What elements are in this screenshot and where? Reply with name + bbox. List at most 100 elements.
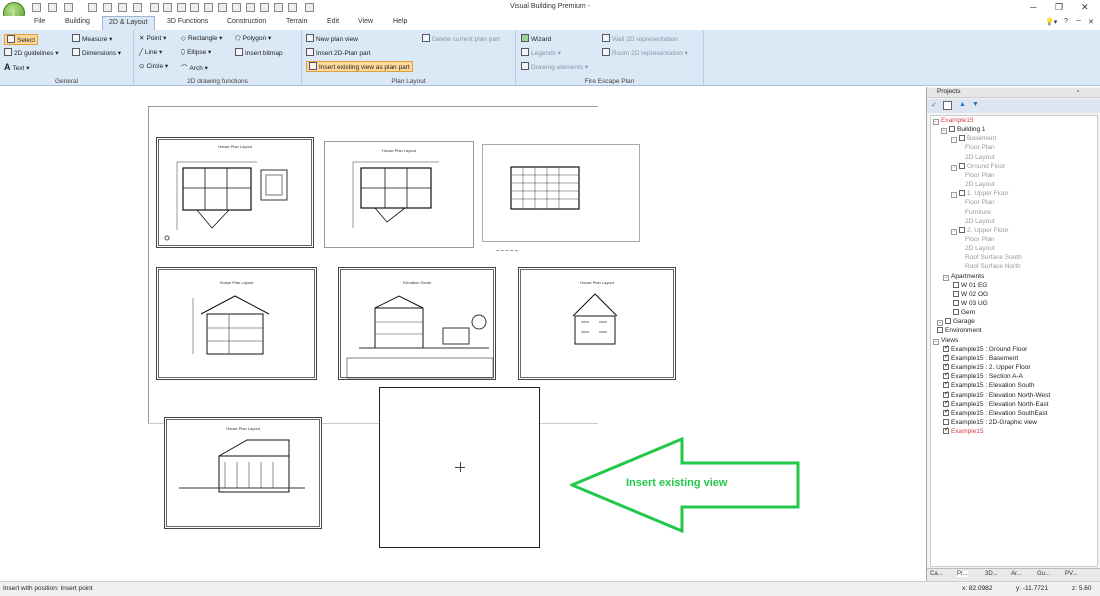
select-button[interactable]: Select: [4, 34, 39, 45]
tree-item[interactable]: Environment: [937, 327, 982, 334]
visibility-checkbox[interactable]: [953, 281, 959, 288]
expand-toggle-icon[interactable]: −: [943, 274, 949, 281]
visibility-checkbox[interactable]: [943, 362, 949, 371]
expand-toggle-icon[interactable]: −: [933, 119, 939, 125]
rectangle-button[interactable]: ◇ Rectangle ▾: [181, 34, 222, 42]
tab-2d-layout[interactable]: 2D & Layout: [102, 16, 155, 30]
plan-sheet-upper-floor[interactable]: [482, 144, 640, 242]
wall-2d-button[interactable]: Wall 2D representation: [602, 34, 678, 43]
panel-pin-icon[interactable]: ▫: [1077, 88, 1079, 95]
polygon-button[interactable]: ⬠ Polygon ▾: [235, 34, 271, 42]
insert-existing-view-button[interactable]: Insert existing view as plan part: [306, 61, 413, 72]
visibility-checkbox[interactable]: [959, 226, 965, 233]
guidelines-button[interactable]: 2D guidelines ▾: [4, 48, 58, 57]
tree-item[interactable]: W 01 EG: [953, 281, 987, 289]
maximize-icon[interactable]: ❐: [1055, 2, 1063, 13]
tree-item[interactable]: − Example15: [933, 117, 974, 125]
move-up-icon[interactable]: ▲: [959, 101, 968, 110]
tree-item[interactable]: Example15: [943, 426, 984, 435]
visibility-checkbox[interactable]: [949, 126, 955, 133]
line-button[interactable]: ╱ Line ▾: [139, 48, 162, 56]
tree-item[interactable]: − Building 1: [941, 126, 986, 135]
tab-terrain[interactable]: Terrain: [286, 18, 307, 25]
tab-ar[interactable]: Ar...: [1011, 571, 1022, 577]
visibility-checkbox[interactable]: [953, 300, 959, 306]
tree-item[interactable]: Example15 : 2. Upper Floor: [943, 362, 1030, 371]
room-2d-button[interactable]: Room 2D representation ▾: [602, 48, 688, 57]
ribbon-close-icon[interactable]: ✕: [1088, 18, 1094, 26]
tree-item[interactable]: 2D Layout: [965, 245, 995, 252]
expand-toggle-icon[interactable]: −: [951, 137, 957, 144]
visibility-checkbox[interactable]: [943, 344, 949, 352]
tree-item[interactable]: Example15 : 2D-Graphic view: [943, 418, 1037, 426]
tree-item[interactable]: Example15 : Elevation North-West: [943, 390, 1050, 399]
layout-canvas[interactable]: House Plan Layout House Plan Layout Hous: [0, 87, 926, 581]
insert-view-placeholder[interactable]: [379, 387, 540, 548]
visibility-checkbox[interactable]: [953, 309, 959, 316]
tree-item[interactable]: Floor Plan: [965, 236, 995, 243]
tree-item[interactable]: Roof Surface South: [965, 254, 1022, 261]
visibility-checkbox[interactable]: [943, 408, 949, 416]
measure-button[interactable]: Measure ▾: [72, 34, 112, 43]
help-question-icon[interactable]: ?: [1064, 18, 1068, 25]
tab-gu[interactable]: Gu...: [1037, 571, 1050, 577]
delete-plan-part-button[interactable]: Delete current plan part: [422, 34, 500, 43]
view-properties-icon[interactable]: [943, 101, 952, 110]
visibility-checkbox[interactable]: [943, 371, 949, 380]
tab-help[interactable]: Help: [393, 18, 407, 25]
tree-item[interactable]: Example15 : Elevation North-East: [943, 399, 1049, 408]
visibility-checkbox[interactable]: [937, 327, 943, 334]
tree-item[interactable]: 2D Layout: [965, 181, 995, 188]
visibility-checkbox[interactable]: [943, 380, 949, 389]
tree-item[interactable]: Floor Plan: [965, 199, 995, 206]
tree-item[interactable]: 2D Layout: [965, 218, 995, 225]
ellipse-button[interactable]: ⬯ Ellipse ▾: [181, 48, 211, 57]
expand-toggle-icon[interactable]: −: [951, 164, 957, 171]
insert-2d-plan-part-button[interactable]: Insert 2D-Plan part: [306, 48, 371, 57]
tree-item[interactable]: Example15 : Elevation SouthEast: [943, 408, 1047, 417]
visibility-checkbox[interactable]: [943, 426, 949, 435]
expand-toggle-icon[interactable]: −: [937, 320, 943, 327]
move-down-icon[interactable]: ▼: [972, 101, 981, 110]
expand-toggle-icon[interactable]: −: [941, 128, 947, 135]
dimensions-button[interactable]: Dimensions ▾: [72, 48, 121, 57]
tab-catalog[interactable]: Ca...: [930, 571, 943, 577]
visibility-checkbox[interactable]: [959, 162, 965, 169]
tree-item[interactable]: − Basement: [951, 135, 996, 144]
tree-item[interactable]: Example15 : Basement: [943, 353, 1018, 362]
plan-sheet-basement[interactable]: House Plan Layout: [324, 141, 474, 248]
visibility-checkbox[interactable]: [945, 318, 951, 325]
tree-item[interactable]: W 03 UG: [953, 300, 988, 307]
ribbon-minimize-icon[interactable]: ─: [1076, 18, 1081, 25]
plan-sheet-section[interactable]: House Plan Layout: [156, 267, 317, 380]
arch-button[interactable]: ⌒ Arch ▾: [181, 62, 208, 72]
plan-sheet-ground-floor[interactable]: House Plan Layout: [156, 137, 314, 248]
tab-file[interactable]: File: [34, 18, 45, 25]
expand-toggle-icon[interactable]: −: [951, 192, 957, 199]
point-button[interactable]: ✕ Point ▾: [139, 34, 166, 42]
tree-item[interactable]: − 1. Upper Floor: [951, 190, 1009, 199]
tab-3d-functions[interactable]: 3D Functions: [167, 18, 208, 25]
drawing-elements-button[interactable]: Drawing elements ▾: [521, 62, 588, 71]
tree-item[interactable]: W 02 OG: [953, 290, 988, 298]
tree-item[interactable]: 2D Layout: [965, 154, 995, 161]
tab-3d[interactable]: 3D...: [985, 571, 998, 577]
new-plan-view-button[interactable]: New plan view: [306, 34, 358, 43]
visibility-checkbox[interactable]: [943, 353, 949, 361]
expand-toggle-icon[interactable]: −: [951, 228, 957, 235]
plan-sheet-elevation-northeast[interactable]: House Plan Layout: [164, 417, 322, 529]
tree-item[interactable]: Roof Surface North: [965, 263, 1021, 270]
visibility-checkbox[interactable]: [959, 190, 965, 197]
wizard-button[interactable]: Wizard: [521, 34, 551, 43]
visibility-checkbox[interactable]: [959, 135, 965, 142]
visibility-checkbox[interactable]: [953, 290, 959, 297]
plan-sheet-elevation-south[interactable]: Elevation South: [338, 267, 496, 380]
visibility-checkbox[interactable]: [943, 399, 949, 407]
tab-view[interactable]: View: [358, 18, 373, 25]
expand-toggle-icon[interactable]: −: [933, 338, 939, 345]
tab-pv[interactable]: PV...: [1065, 571, 1077, 577]
tree-item[interactable]: Example15 : Ground Floor: [943, 344, 1027, 353]
tab-building[interactable]: Building: [65, 18, 90, 25]
tree-item[interactable]: Floor Plan: [965, 144, 995, 151]
text-button[interactable]: A Text ▾: [4, 62, 30, 72]
